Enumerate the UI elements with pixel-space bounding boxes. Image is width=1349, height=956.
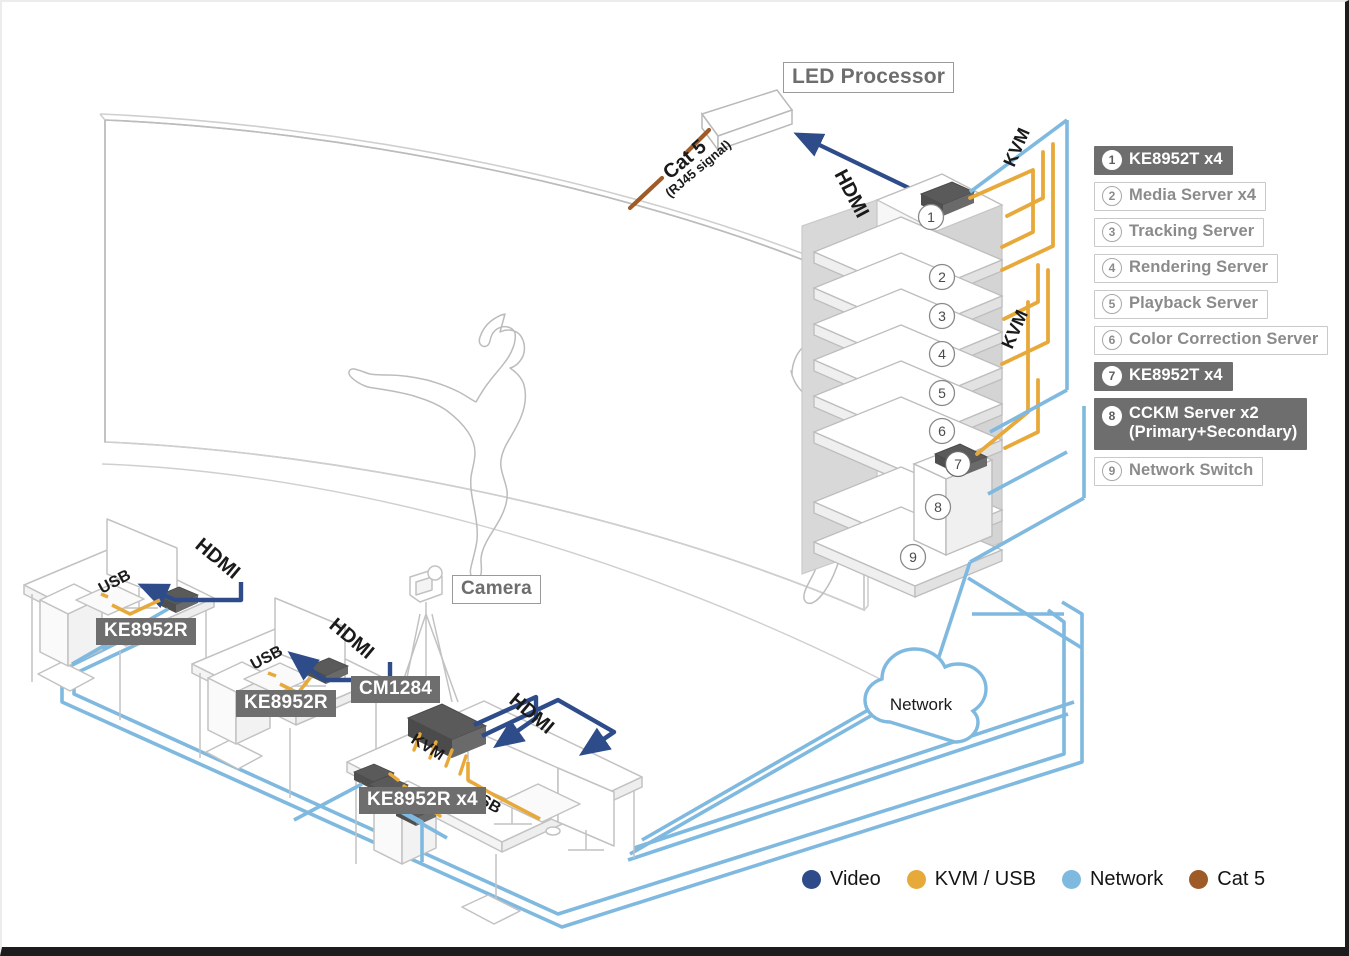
- legend-label-8-line2: (Primary+Secondary): [1129, 423, 1298, 442]
- cable-color-key: Video KVM / USB Network Cat 5: [802, 868, 1265, 891]
- legend-item-3[interactable]: 3 Tracking Server: [1094, 218, 1265, 247]
- legend-number-5: 5: [1102, 294, 1122, 314]
- label-hdmi-desk1: HDMI: [191, 534, 244, 584]
- legend-number-3: 3: [1102, 222, 1122, 242]
- key-label-network: Network: [1089, 868, 1164, 890]
- svg-text:1: 1: [927, 209, 935, 225]
- svg-text:8: 8: [934, 499, 942, 515]
- legend-number-7: 7: [1102, 366, 1122, 386]
- key-label-cat5: Cat 5: [1217, 868, 1266, 890]
- key-entry-video: Video: [802, 868, 881, 891]
- legend-label-1: KE8952T x4: [1129, 150, 1223, 169]
- legend-item-6[interactable]: 6 Color Correction Server: [1094, 326, 1329, 355]
- legend-number-2: 2: [1102, 186, 1122, 206]
- legend-number-4: 4: [1102, 258, 1122, 278]
- legend-label-8-line1: CCKM Server x2: [1129, 404, 1259, 422]
- legend-number-9: 9: [1102, 460, 1122, 481]
- key-label-video: Video: [830, 868, 881, 890]
- svg-text:4: 4: [938, 346, 946, 362]
- key-entry-kvm-usb: KVM / USB: [906, 868, 1036, 891]
- camera-label: Camera: [452, 575, 541, 604]
- svg-text:9: 9: [909, 549, 917, 565]
- network-cloud: Network: [863, 647, 988, 744]
- legend-number-6: 6: [1102, 330, 1122, 350]
- cm1284-label: CM1284: [351, 676, 441, 703]
- label-hdmi-processor: HDMI: [830, 166, 873, 221]
- ke8952r-label-2: KE8952R: [236, 690, 336, 717]
- svg-text:5: 5: [938, 385, 946, 401]
- cat5-color-swatch: [1189, 870, 1209, 889]
- legend-label-6: Color Correction Server: [1129, 330, 1319, 349]
- legend-label-4: Rendering Server: [1129, 258, 1269, 277]
- server-rack: [801, 173, 1004, 598]
- video-color-swatch: [802, 870, 821, 889]
- kvm-usb-color-swatch: [906, 870, 926, 889]
- legend-item-4[interactable]: 4 Rendering Server: [1094, 254, 1279, 283]
- svg-text:2: 2: [938, 269, 946, 285]
- ke8952r-label-1: KE8952R: [96, 618, 196, 645]
- svg-text:7: 7: [954, 456, 962, 472]
- key-entry-network: Network: [1061, 868, 1164, 891]
- diagram-canvas: Network Cat 5 (RJ45 signal) HDMI KVM KVM…: [0, 0, 1349, 956]
- legend-item-9[interactable]: 9 Network Switch: [1094, 456, 1264, 486]
- legend-label-2: Media Server x4: [1129, 186, 1257, 205]
- legend-label-7: KE8952T x4: [1129, 366, 1223, 385]
- key-entry-cat5: Cat 5: [1189, 868, 1265, 891]
- ke8952r-x4-label: KE8952R x4: [359, 787, 486, 814]
- legend-label-3: Tracking Server: [1129, 222, 1255, 241]
- network-color-swatch: [1061, 870, 1081, 889]
- legend-item-2[interactable]: 2 Media Server x4: [1094, 182, 1267, 211]
- led-processor-box: [700, 89, 794, 153]
- legend-item-1[interactable]: 1 KE8952T x4: [1094, 146, 1233, 175]
- svg-text:3: 3: [938, 308, 946, 324]
- network-cloud-label: Network: [890, 695, 953, 714]
- legend-number-8: 8: [1102, 406, 1122, 426]
- legend-item-7[interactable]: 7 KE8952T x4: [1094, 362, 1233, 391]
- led-wall: [99, 113, 869, 612]
- led-processor-label: LED Processor: [783, 62, 955, 93]
- svg-text:6: 6: [938, 423, 946, 439]
- legend-label-9: Network Switch: [1129, 461, 1254, 480]
- device-legend-list: 1 KE8952T x4 2 Media Server x4 3 Trackin…: [1094, 146, 1342, 493]
- legend-number-1: 1: [1102, 150, 1122, 170]
- key-label-kvm-usb: KVM / USB: [934, 868, 1036, 890]
- legend-item-5[interactable]: 5 Playback Server: [1094, 290, 1269, 319]
- legend-item-8[interactable]: 8 CCKM Server x2 (Primary+Secondary): [1094, 398, 1308, 450]
- legend-label-5: Playback Server: [1129, 294, 1259, 313]
